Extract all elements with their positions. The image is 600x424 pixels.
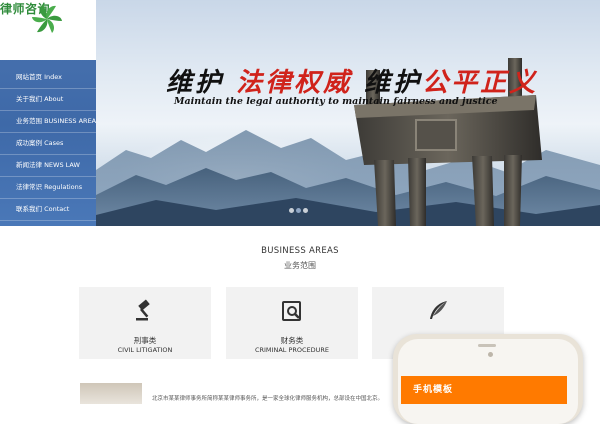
nav-item-regulations[interactable]: 法律常识 Regulations — [0, 176, 96, 199]
nav-item-label: 新闻法律 NEWS LAW — [16, 161, 80, 169]
pinwheel-logo-icon — [32, 4, 62, 33]
slogan-part-highlight: 公平正义 — [422, 68, 539, 98]
nav-item-label: 关于我们 About — [16, 95, 64, 103]
slide-dot[interactable] — [289, 208, 294, 213]
slogan-part-highlight: 法律权威 — [236, 68, 353, 98]
banner-slogan-en: Maintain the legal authority to maintain… — [174, 96, 498, 107]
card-title-en: CRIMINAL PROCEDURE — [254, 346, 330, 354]
hero-banner: 维护 法律权威 维护公平正义 Maintain the legal author… — [96, 0, 600, 226]
phone-speaker-icon — [478, 344, 496, 347]
phone-screen-title: 手机模板 — [413, 385, 454, 395]
slogan-part: 维护 — [364, 68, 423, 98]
office-photo — [80, 383, 142, 404]
document-search-icon — [282, 301, 301, 321]
card-title-en: CIVIL LITIGATION — [117, 346, 173, 354]
business-card-civil[interactable]: 刑事类 CIVIL LITIGATION — [79, 287, 211, 359]
nav-item-index[interactable]: 网站首页 Index — [0, 66, 96, 89]
nav-item-label: 成功案例 Cases — [16, 139, 64, 147]
business-card-criminal[interactable]: 财务类 CRIMINAL PROCEDURE — [226, 287, 358, 359]
slide-dot[interactable] — [303, 208, 308, 213]
gavel-icon — [136, 299, 150, 321]
nav-item-business-areas[interactable]: 业务范围 BUSINESS AREAS — [0, 110, 100, 133]
logo[interactable]: 律师咨询 — [0, 0, 96, 60]
nav-item-contact[interactable]: 联系我们 Contact — [0, 198, 96, 221]
card-title-cn: 财务类 — [280, 336, 304, 345]
mountain-landscape-image — [96, 58, 600, 226]
section-title: BUSINESS AREAS — [261, 246, 339, 256]
nav-item-label: 法律常识 Regulations — [16, 183, 83, 191]
banner-slogan-cn: 维护 法律权威 维护公平正义 — [166, 62, 538, 99]
nav-item-label: 网站首页 Index — [16, 73, 62, 81]
card-title-cn: 刑事类 — [133, 336, 157, 345]
slide-dot-active[interactable] — [296, 208, 301, 213]
section-subtitle: 业务范围 — [284, 261, 316, 270]
intro-text: 北京市某某律师事务所简称某某律师事务所，是一家全球化律师服务机构，总部设在中国北… — [152, 396, 384, 402]
nav-item-cases[interactable]: 成功案例 Cases — [0, 132, 96, 155]
nav-item-about[interactable]: 关于我们 About — [0, 88, 96, 111]
phone-screen: 手机模板 — [401, 376, 567, 404]
nav-item-news-law[interactable]: 新闻法律 NEWS LAW — [0, 154, 96, 177]
nav-item-label: 业务范围 BUSINESS AREAS — [16, 117, 101, 125]
phone-camera-icon — [488, 352, 493, 357]
quill-pen-icon — [430, 301, 447, 319]
nav-item-label: 联系我们 Contact — [16, 205, 70, 213]
slogan-part: 维护 — [166, 68, 225, 98]
